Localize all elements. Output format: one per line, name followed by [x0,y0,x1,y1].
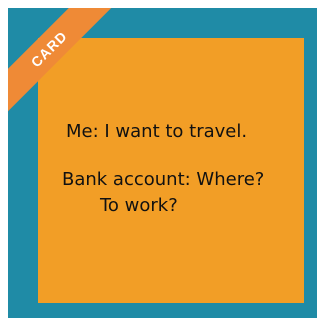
corner-ribbon: CARD [8,8,118,118]
card-frame: CARD Me: I want to travel. Bank account:… [8,8,317,318]
card-badge-label: CARD [27,27,71,71]
meme-line-2: Bank account: Where? [62,169,265,190]
meme-line-3: To work? [100,195,178,216]
meme-line-1: Me: I want to travel. [66,121,248,142]
card-badge: CARD [8,8,113,113]
